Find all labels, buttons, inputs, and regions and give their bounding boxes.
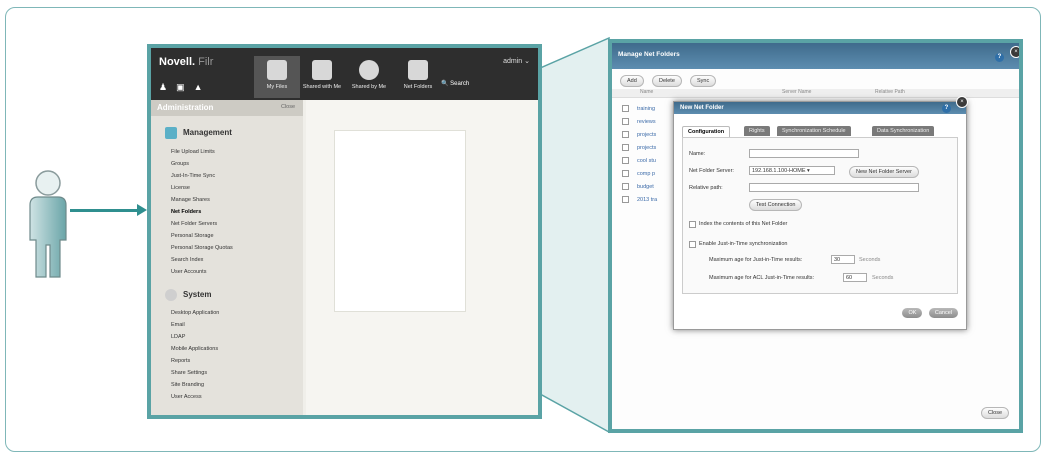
name-field[interactable] <box>749 149 859 158</box>
max-age-unit: Seconds <box>859 257 881 263</box>
sidebar-item[interactable]: Personal Storage <box>171 233 214 239</box>
app-logo: Novell. Filr <box>159 56 214 68</box>
arrow-line <box>70 209 138 212</box>
tab-rights[interactable]: Rights <box>744 126 770 136</box>
server-select[interactable]: 192.168.1.100-HOME ▾ <box>749 166 835 175</box>
close-button[interactable]: Close <box>980 407 1009 419</box>
admin-menu[interactable]: admin ⌄ <box>503 57 530 65</box>
jit-label: Enable Just-in-Time synchronization <box>699 241 788 247</box>
sidebar-item[interactable]: Groups <box>171 161 189 167</box>
sidebar-item[interactable]: Net Folder Servers <box>171 221 217 227</box>
sidebar-item[interactable]: Email <box>171 322 185 328</box>
table-row[interactable]: budget <box>622 183 654 190</box>
section-management[interactable]: Management <box>157 127 232 139</box>
content-area <box>306 100 538 415</box>
server-label: Net Folder Server: <box>689 168 734 174</box>
table-row[interactable]: comp p <box>622 170 655 177</box>
index-checkbox[interactable] <box>689 221 696 228</box>
sidebar-item[interactable]: File Upload Limits <box>171 149 215 155</box>
sidebar-title: Administration <box>157 103 214 112</box>
sync-button[interactable]: Sync <box>690 75 717 87</box>
content-card <box>334 130 466 312</box>
tab-data-sync[interactable]: Data Synchronization <box>872 126 935 136</box>
sidebar-item[interactable]: Mobile Applications <box>171 346 218 352</box>
sidebar-item[interactable]: LDAP <box>171 334 185 340</box>
table-row[interactable]: projects <box>622 144 656 151</box>
sidebar-item[interactable]: Search Index <box>171 257 203 263</box>
close-icon[interactable]: × <box>1010 46 1019 58</box>
sidebar-close[interactable]: Close <box>281 104 295 110</box>
add-button[interactable]: Add <box>620 75 644 87</box>
new-net-folder-title: New Net Folder <box>680 105 724 111</box>
cancel-button[interactable]: Cancel <box>928 308 958 318</box>
management-icon <box>165 127 177 139</box>
help-icon[interactable]: ? <box>942 104 951 113</box>
table-row[interactable]: cool stu <box>622 157 656 164</box>
new-net-folder-header: New Net Folder ? × <box>674 96 968 114</box>
index-label: Index the contents of this Net Folder <box>699 221 788 227</box>
table-row[interactable]: reviews <box>622 118 656 125</box>
top-bar: Novell. Filr ♟▣▲ My Files Shared with Me… <box>151 48 538 100</box>
table-row[interactable]: projects <box>622 131 656 138</box>
manage-net-folders-screenshot: Manage Net Folders ? × Add Delete Sync N… <box>608 39 1023 433</box>
dialog-header: Manage Net Folders ? × <box>612 43 1019 69</box>
max-age-label: Maximum age for Just-in-Time results: <box>709 257 803 263</box>
sidebar-item[interactable]: Share Settings <box>171 370 207 376</box>
arrow-head <box>137 204 147 216</box>
name-label: Name: <box>689 151 706 157</box>
search-link[interactable]: 🔍 Search <box>441 80 469 87</box>
relative-path-label: Relative path: <box>689 185 723 191</box>
max-acl-field[interactable]: 60 <box>843 273 867 282</box>
top-icons[interactable]: ♟▣▲ <box>159 82 211 93</box>
ok-button[interactable]: OK <box>902 308 923 318</box>
tab-sync-schedule[interactable]: Synchronization Schedule <box>777 126 851 136</box>
nav-shared-with-me[interactable]: Shared with Me <box>299 60 345 90</box>
max-acl-label: Maximum age for ACL Just-in-Time results… <box>709 275 815 281</box>
new-server-button[interactable]: New Net Folder Server <box>849 166 919 178</box>
sidebar-item[interactable]: Just-In-Time Sync <box>171 173 215 179</box>
gear-icon <box>165 289 177 301</box>
sidebar-header: Administration Close <box>151 100 303 116</box>
column-header[interactable]: Name <box>640 89 653 95</box>
configuration-panel: Name: Net Folder Server: 192.168.1.100-H… <box>682 137 958 294</box>
sidebar-item[interactable]: User Access <box>171 394 202 400</box>
sidebar-item[interactable]: Personal Storage Quotas <box>171 245 233 251</box>
delete-button[interactable]: Delete <box>652 75 682 87</box>
sidebar-item-net-folders[interactable]: Net Folders <box>171 209 201 215</box>
nav-shared-by-me[interactable]: Shared by Me <box>346 60 392 90</box>
close-icon[interactable]: × <box>956 96 968 108</box>
user-icon <box>29 170 67 278</box>
dialog-actions: OK Cancel <box>900 301 958 319</box>
nav-my-files[interactable]: My Files <box>254 56 300 98</box>
test-connection-button[interactable]: Test Connection <box>749 199 803 211</box>
nav-net-folders[interactable]: Net Folders <box>395 60 441 90</box>
sidebar-item[interactable]: Site Branding <box>171 382 204 388</box>
relative-path-field[interactable] <box>749 183 919 192</box>
jit-checkbox[interactable] <box>689 241 696 248</box>
sidebar-item[interactable]: Desktop Application <box>171 310 219 316</box>
filr-admin-screenshot: Novell. Filr ♟▣▲ My Files Shared with Me… <box>147 44 542 419</box>
column-header[interactable]: Server Name <box>782 89 811 95</box>
table-row[interactable]: 2013 tra <box>622 196 657 203</box>
help-icon[interactable]: ? <box>995 53 1004 62</box>
sidebar-item[interactable]: Manage Shares <box>171 197 210 203</box>
tab-configuration[interactable]: Configuration <box>682 126 731 137</box>
sidebar-item[interactable]: License <box>171 185 190 191</box>
admin-sidebar: Administration Close Management File Upl… <box>151 100 303 415</box>
max-age-field[interactable]: 30 <box>831 255 855 264</box>
section-system[interactable]: System <box>157 289 211 301</box>
column-header[interactable]: Relative Path <box>875 89 905 95</box>
new-net-folder-dialog: New Net Folder ? × Configuration Rights … <box>673 96 968 330</box>
table-row[interactable]: training <box>622 105 655 112</box>
sidebar-item[interactable]: User Accounts <box>171 269 206 275</box>
max-acl-unit: Seconds <box>872 275 894 281</box>
sidebar-item[interactable]: Reports <box>171 358 190 364</box>
dialog-title: Manage Net Folders <box>618 51 680 58</box>
